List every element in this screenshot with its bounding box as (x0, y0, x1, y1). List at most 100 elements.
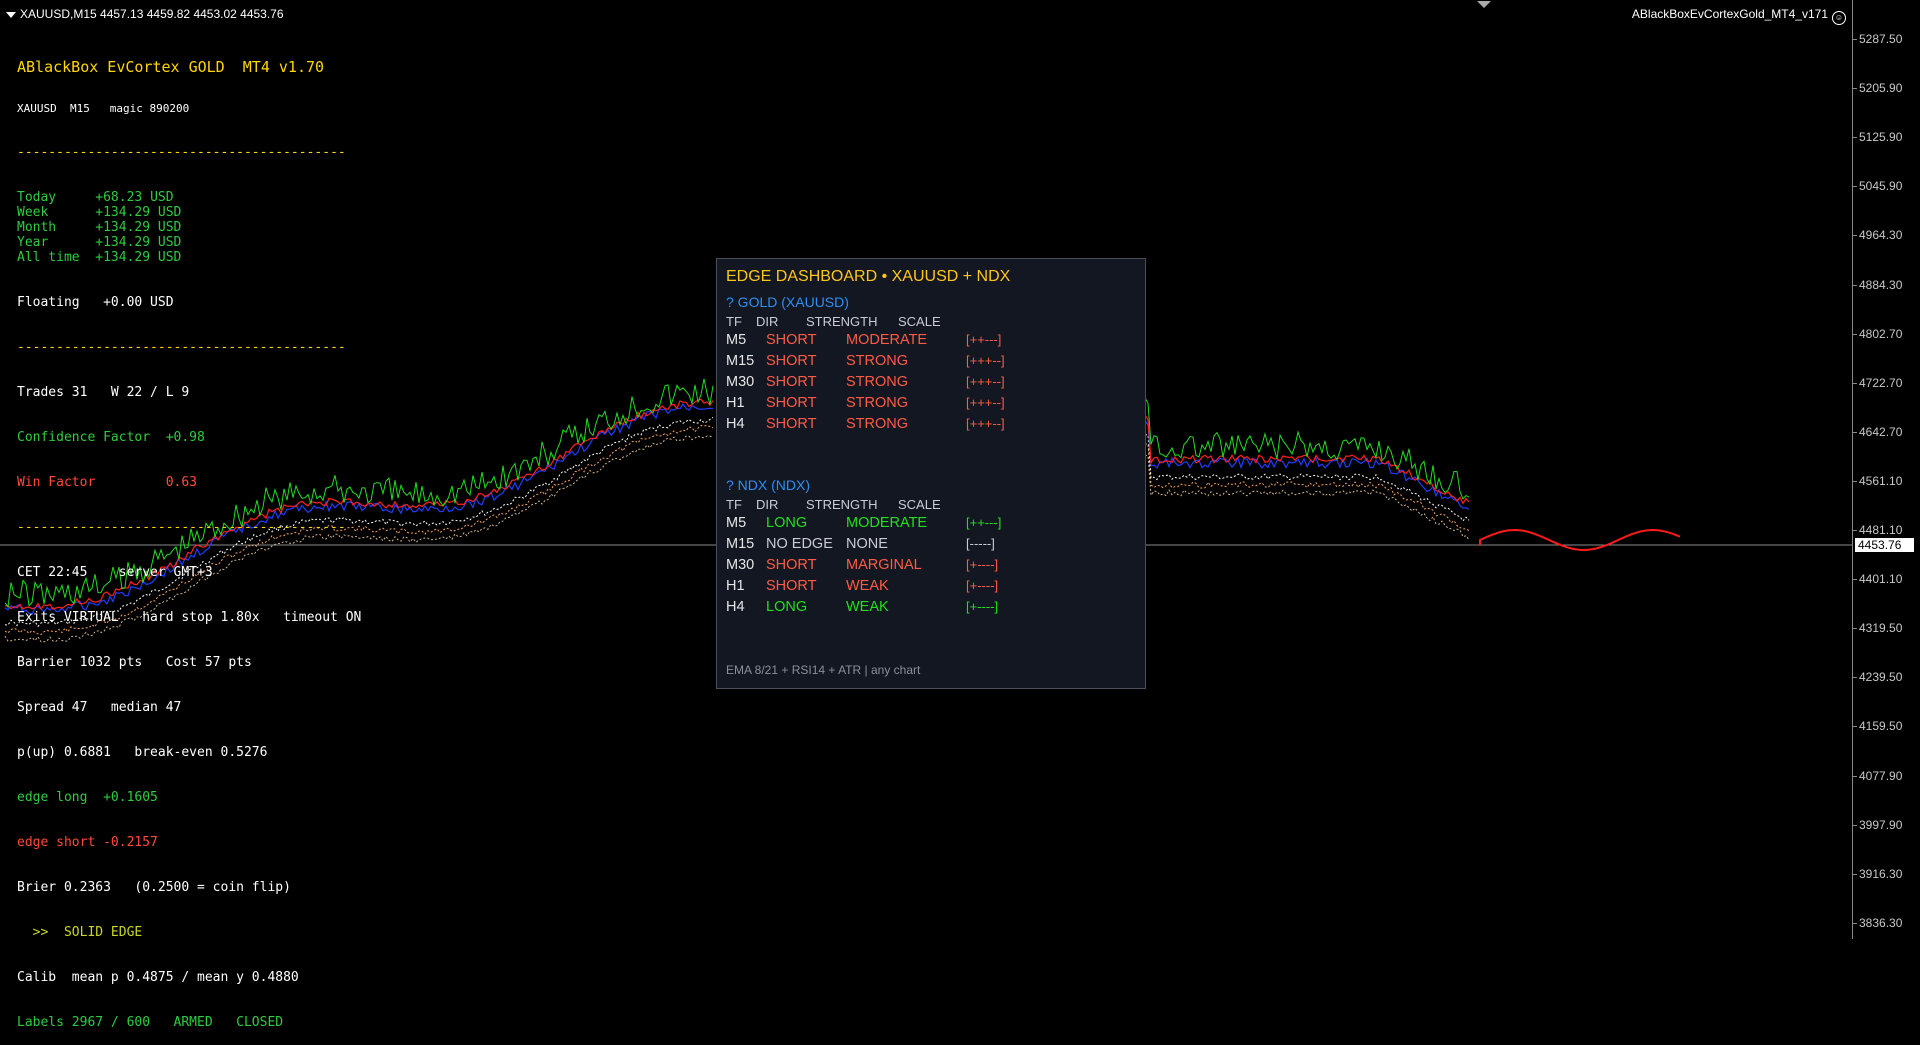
pnl-row: Month +134.29 USD (17, 220, 361, 235)
pnl-value: +134.29 USD (95, 205, 182, 220)
cell-tf: M30 (726, 374, 755, 390)
cell-tf: H1 (726, 395, 745, 411)
cell-scale: [-----] (966, 536, 995, 551)
forecast-line (1479, 528, 1681, 552)
ea-info-panel: ABlackBox EvCortex GOLD MT4 v1.70 XAUUSD… (17, 28, 361, 1045)
tick-mark (1853, 88, 1857, 90)
ea-title: ABlackBox EvCortex GOLD MT4 v1.70 (17, 58, 325, 76)
tick-mark (1853, 922, 1857, 924)
tick-mark (1853, 431, 1857, 433)
solid-edge-status: >> SOLID EDGE (17, 925, 143, 940)
price-tick-label: 5125.90 (1859, 130, 1903, 145)
gold-row-m30: M30 SHORT STRONG [+++--] (726, 373, 1126, 391)
cell-strength: NONE (846, 536, 888, 552)
labels-status: Labels 2967 / 600 ARMED CLOSED (17, 1015, 284, 1030)
ndx-row-m15: M15 NO EDGE NONE [-----] (726, 535, 1126, 553)
cell-scale: [+----] (966, 599, 999, 614)
cell-dir: SHORT (766, 416, 817, 432)
cell-strength: MARGINAL (846, 557, 922, 573)
pnl-list: Today +68.23 USD Week +134.29 USD Month +1… (17, 190, 361, 265)
ea-subtitle: XAUUSD M15 magic 890200 (17, 102, 190, 115)
cell-strength: STRONG (846, 395, 909, 411)
price-tick-label: 5045.90 (1859, 179, 1903, 194)
cell-dir: SHORT (766, 395, 817, 411)
price-tick-label: 4239.50 (1859, 670, 1903, 685)
cell-scale: [++---] (966, 332, 1002, 347)
cell-dir: SHORT (766, 557, 817, 573)
cell-scale: [+++--] (966, 395, 1005, 410)
cell-scale: [+++--] (966, 353, 1005, 368)
cell-scale: [+----] (966, 578, 999, 593)
cell-dir: LONG (766, 599, 808, 615)
confidence-factor: Confidence Factor +0.98 (17, 430, 205, 445)
pnl-label: Year (17, 235, 96, 250)
price-axis[interactable]: 5287.50 5205.90 5125.90 5045.90 4964.30 4884.… (1852, 0, 1920, 939)
tick-mark (1853, 726, 1857, 728)
cell-tf: H1 (726, 578, 745, 594)
cell-strength: MODERATE (846, 332, 928, 348)
edge-dashboard: EDGE DASHBOARD • XAUUSD + NDX ? GOLD (XA… (716, 258, 1146, 689)
spread-info: Spread 47 median 47 (17, 700, 182, 715)
win-factor: Win Factor 0.63 (17, 475, 198, 490)
cell-scale: [++---] (966, 515, 1002, 530)
pnl-row: All time +134.29 USD (17, 250, 361, 265)
smiley-icon[interactable]: ☺ (1832, 11, 1846, 25)
expert-advisor-name[interactable]: ABlackBoxEvCortexGold_MT4_v171 ☺ (1632, 6, 1846, 25)
tick-mark (1853, 39, 1857, 40)
scroll-marker-icon[interactable] (1477, 1, 1491, 8)
pnl-label: All time (17, 250, 96, 265)
pnl-value: +134.29 USD (95, 235, 182, 250)
tick-mark (1853, 579, 1857, 581)
tick-mark (1853, 333, 1857, 335)
cell-dir: NO EDGE (766, 536, 833, 552)
dropdown-triangle-icon[interactable] (6, 11, 16, 18)
price-tick-label: 4802.70 (1859, 326, 1903, 341)
pnl-value: +134.29 USD (95, 220, 182, 235)
pnl-label: Week (17, 205, 96, 220)
ndx-row-h1: H1 SHORT WEAK [+----] (726, 577, 1126, 595)
price-tick-label: 4884.30 (1859, 277, 1903, 292)
ea-name-label: ABlackBoxEvCortexGold_MT4_v171 (1631, 7, 1828, 21)
cell-dir: LONG (766, 515, 808, 531)
current-price-label: 4453.76 (1855, 538, 1914, 552)
col-dir: DIR (756, 314, 779, 329)
price-tick-label: 4964.30 (1859, 228, 1903, 243)
gold-section-title: ? GOLD (XAUUSD) (726, 294, 849, 310)
pnl-row: Week +134.29 USD (17, 205, 361, 220)
cell-strength: WEAK (846, 599, 889, 615)
cell-tf: M15 (726, 353, 755, 369)
ndx-row-h4: H4 LONG WEAK [+----] (726, 598, 1126, 616)
col-dir: DIR (756, 497, 779, 512)
edge-short: edge short -0.2157 (17, 835, 158, 850)
col-strength: STRENGTH (806, 497, 878, 512)
tick-mark (1853, 235, 1857, 237)
cell-strength: STRONG (846, 416, 909, 432)
cell-tf: M15 (726, 536, 755, 552)
symbol-quote: XAUUSD,M15 4457.13 4459.82 4453.02 4453.… (20, 7, 284, 21)
tick-mark (1853, 137, 1857, 139)
cell-tf: H4 (726, 416, 745, 432)
cell-dir: SHORT (766, 578, 817, 594)
cell-dir: SHORT (766, 353, 817, 369)
pnl-row: Year +134.29 USD (17, 235, 361, 250)
separator: ----------------------------------------… (17, 340, 346, 355)
price-tick-label: 4481.10 (1859, 523, 1903, 537)
tick-mark (1853, 284, 1857, 286)
calibration: Calib mean p 0.4875 / mean y 0.4880 (17, 970, 299, 985)
separator: ----------------------------------------… (17, 145, 346, 160)
cell-strength: MODERATE (846, 515, 928, 531)
cell-scale: [+++--] (966, 374, 1005, 389)
cell-scale: [+++--] (966, 416, 1005, 431)
exit-settings: Exits VIRTUAL hard stop 1.80x timeout ON (17, 610, 362, 625)
ndx-row-m5: M5 LONG MODERATE [++---] (726, 514, 1126, 532)
price-tick-label: 4642.70 (1859, 424, 1903, 439)
dashboard-title: EDGE DASHBOARD • XAUUSD + NDX (726, 268, 1011, 285)
price-tick-label: 4722.70 (1859, 375, 1903, 390)
tick-mark (1853, 677, 1857, 679)
price-tick-label: 5287.50 (1859, 32, 1903, 46)
tick-mark (1853, 480, 1857, 482)
pnl-value: +134.29 USD (95, 250, 182, 265)
separator: ----------------------------------------… (17, 520, 346, 535)
col-scale: SCALE (898, 314, 941, 329)
ndx-row-m30: M30 SHORT MARGINAL [+----] (726, 556, 1126, 574)
